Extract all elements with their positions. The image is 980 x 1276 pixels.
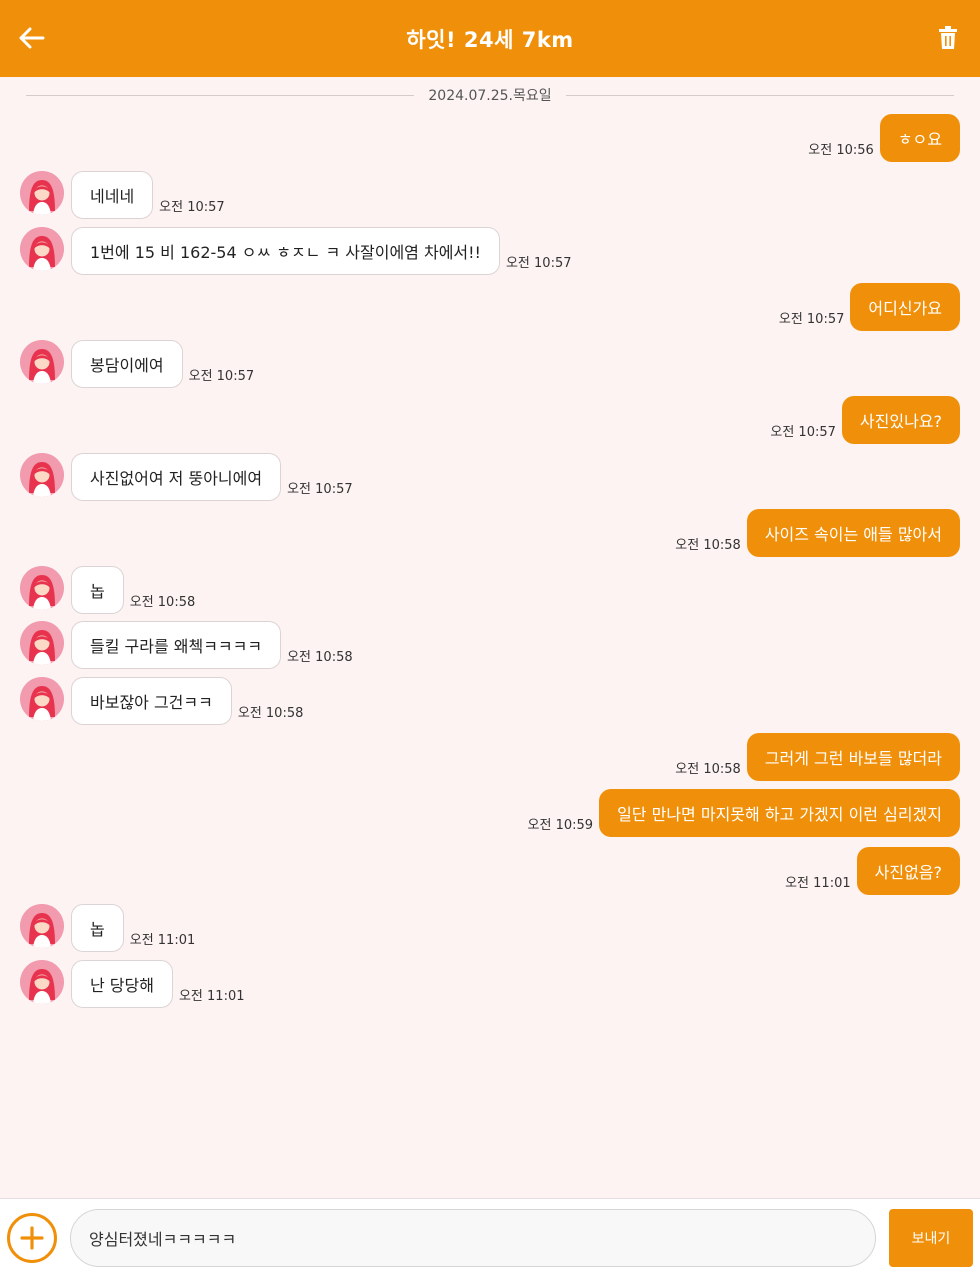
avatar[interactable] [20,227,64,271]
sent-message: 그러게 그런 바보들 많더라오전 10:58 [669,733,960,781]
date-divider: 2024.07.25.목요일 [26,84,954,106]
send-button[interactable]: 보내기 [889,1209,973,1267]
chat-title: 하잇! 24세 7km [406,27,574,52]
message-bubble[interactable]: 1번에 15 비 162-54 ㅇㅆ ㅎㅈㄴ ㅋ 사잘이에염 차에서!! [71,227,500,275]
message-time: 오전 10:57 [505,256,572,271]
message-bubble[interactable]: 그러게 그런 바보들 많더라 [746,733,960,781]
message-time: 오전 10:57 [770,425,836,440]
message-bubble[interactable]: 일단 만나면 마지못해 하고 가겠지 이런 심리겠지 [599,789,960,837]
message-bubble[interactable]: 들킬 구라를 왜첵ㅋㅋㅋㅋ [71,621,282,669]
message-time: 오전 10:57 [159,200,225,215]
sent-message: 사이즈 속이는 애들 많아서오전 10:58 [669,509,960,557]
received-message: 놉오전 11:01 [20,904,201,952]
message-composer: 양심터졌네ㅋㅋㅋㅋㅋ 보내기 [0,1198,980,1276]
sent-message: 사진있나요? 오전 10:57 [764,396,960,444]
sent-message: 사진없음? 오전 11:01 [779,847,960,895]
message-bubble[interactable]: 어디신가요 [850,283,960,331]
message-time: 오전 11:01 [785,876,851,891]
message-time: 오전 10:58 [237,706,304,721]
message-bubble[interactable]: 사진없음? [856,847,960,895]
avatar[interactable] [20,960,64,1004]
message-input[interactable]: 양심터졌네ㅋㅋㅋㅋㅋ [70,1209,876,1267]
divider-line [26,94,415,96]
message-time: 오전 10:58 [287,650,353,665]
plus-icon[interactable] [7,1213,57,1263]
message-bubble[interactable]: 놉 [71,904,124,952]
message-time: 오전 11:01 [178,989,245,1004]
date-label: 2024.07.25.목요일 [428,88,552,104]
received-message: 봉담이에여오전 10:57 [20,340,260,388]
message-bubble[interactable]: 사이즈 속이는 애들 많아서 [746,509,960,557]
chat-header: 하잇! 24세 7km [0,0,980,77]
message-time: 오전 10:58 [675,538,741,553]
trash-icon[interactable] [932,22,964,54]
sent-message: 일단 만나면 마지못해 하고 가겠지 이런 심리겠지오전 10:59 [522,789,960,837]
received-message: 난 당당해오전 11:01 [20,960,251,1008]
message-bubble[interactable]: 사진있나요? [841,396,960,444]
received-message: 놉오전 10:58 [20,566,201,614]
avatar[interactable] [20,621,64,665]
avatar[interactable] [20,340,64,384]
received-message: 사진없어여 저 뚱아니에여오전 10:57 [20,453,359,501]
received-message: 1번에 15 비 162-54 ㅇㅆ ㅎㅈㄴ ㅋ 사잘이에염 차에서!! 오전 1… [20,227,578,275]
message-time: 오전 10:57 [287,482,353,497]
message-time: 오전 10:59 [527,818,594,833]
avatar[interactable] [20,566,64,610]
received-message: 들킬 구라를 왜첵ㅋㅋㅋㅋ 오전 10:58 [20,621,359,669]
message-time: 오전 10:58 [675,762,741,777]
avatar[interactable] [20,453,64,497]
back-arrow-icon[interactable] [14,20,50,56]
message-bubble[interactable]: 봉담이에여 [71,340,183,388]
avatar[interactable] [20,677,64,721]
message-time: 오전 10:57 [188,369,255,384]
divider-line [565,94,954,96]
message-bubble[interactable]: ㅎㅇ요 [879,114,960,162]
message-bubble[interactable]: 사진없어여 저 뚱아니에여 [71,453,282,501]
avatar[interactable] [20,904,64,948]
received-message: 네네네오전 10:57 [20,171,231,219]
message-bubble[interactable]: 바보잖아 그건ㅋㅋ [71,677,232,725]
sent-message: ㅎㅇ요오전 10:56 [802,114,960,162]
message-time: 오전 10:56 [808,143,874,158]
message-time: 오전 10:58 [129,595,196,610]
message-bubble[interactable]: 네네네 [71,171,154,219]
message-time: 오전 11:01 [129,933,196,948]
received-message: 바보잖아 그건ㅋㅋ 오전 10:58 [20,677,309,725]
message-bubble[interactable]: 난 당당해 [71,960,173,1008]
sent-message: 어디신가요오전 10:57 [773,283,960,331]
avatar[interactable] [20,171,64,215]
message-bubble[interactable]: 놉 [71,566,124,614]
message-time: 오전 10:57 [778,312,845,327]
